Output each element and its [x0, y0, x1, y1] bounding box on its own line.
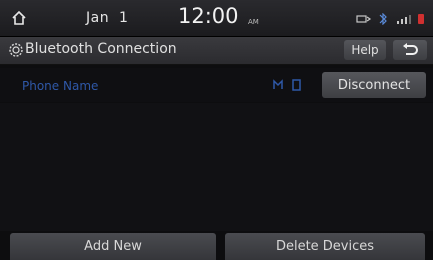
title-bar: Bluetooth Connection Help [0, 37, 433, 65]
back-button[interactable] [393, 40, 427, 60]
device-list-area [0, 103, 433, 231]
home-button[interactable] [8, 7, 30, 29]
device-row[interactable]: Phone Name Disconnect [0, 68, 433, 102]
help-button[interactable]: Help [344, 40, 386, 60]
phone-status-icon [377, 10, 391, 29]
audio-streaming-icon [292, 79, 301, 91]
status-ampm: AM [248, 18, 259, 26]
status-icons [356, 10, 425, 29]
page-title: Bluetooth Connection [25, 41, 177, 57]
status-bar: Jan 1 12:00 AM [0, 0, 433, 37]
status-date: Jan 1 [86, 10, 129, 26]
delete-devices-button[interactable]: Delete Devices [225, 233, 425, 260]
disconnect-button[interactable]: Disconnect [322, 72, 426, 98]
handsfree-icon [273, 79, 283, 89]
back-arrow-icon [403, 43, 418, 55]
status-time: 12:00 [178, 4, 239, 28]
add-new-button[interactable]: Add New [10, 233, 216, 260]
bluetooth-status-icon [356, 10, 372, 29]
device-name: Phone Name [22, 79, 99, 93]
home-icon [12, 10, 26, 25]
device-profile-icons [272, 79, 302, 91]
bluetooth-gear-icon [9, 43, 23, 57]
battery-icon [417, 10, 425, 29]
signal-icon [396, 10, 412, 29]
